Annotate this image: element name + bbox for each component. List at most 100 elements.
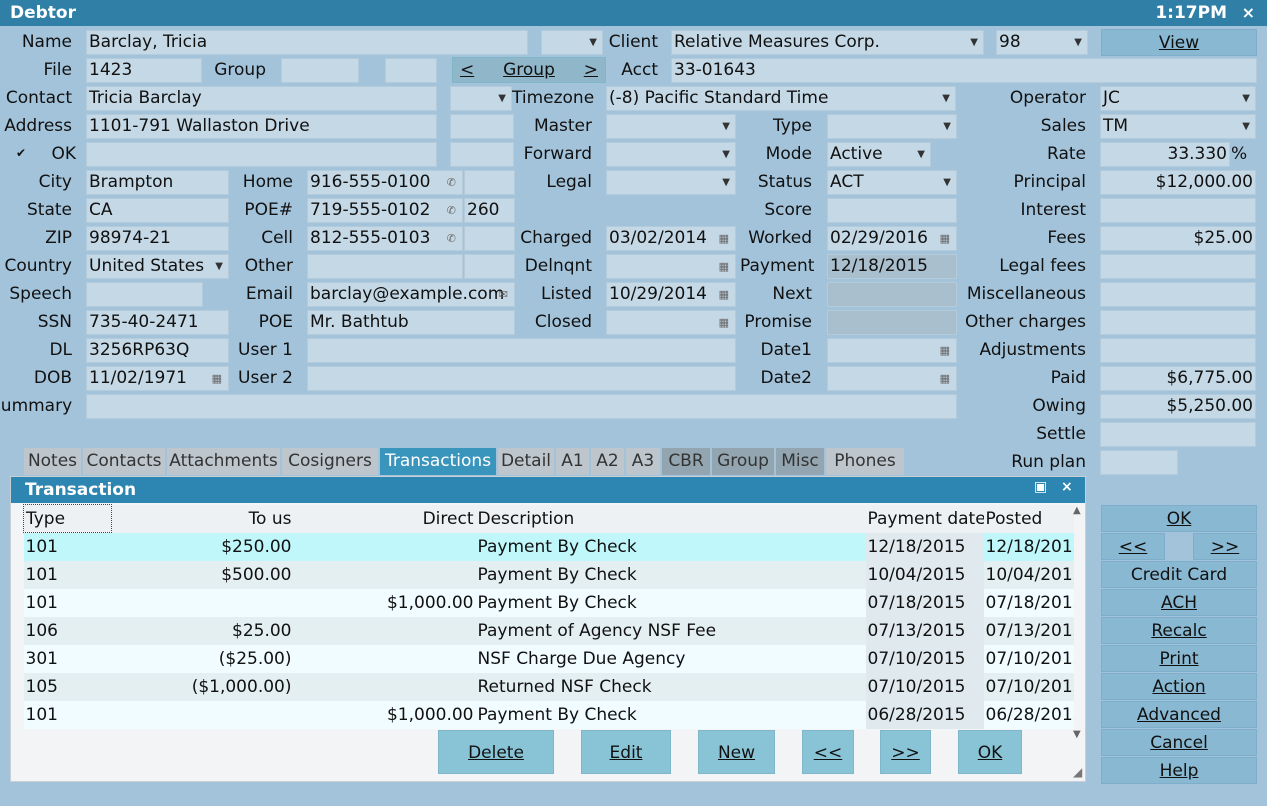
address-extra-field[interactable] — [450, 114, 514, 139]
group-prev-button[interactable]: < — [460, 58, 474, 83]
zip-field[interactable]: 98974-21 — [86, 226, 229, 251]
side-next-button[interactable]: >> — [1193, 533, 1257, 560]
user1-field[interactable] — [307, 338, 736, 363]
ok-extra-field[interactable] — [450, 142, 514, 167]
view-button[interactable]: View — [1101, 29, 1257, 56]
settle-field[interactable] — [1100, 422, 1256, 447]
group-next-button[interactable]: > — [584, 58, 598, 83]
forward-select[interactable]: ▼ — [606, 142, 736, 167]
print-button[interactable]: Print — [1101, 645, 1257, 672]
resize-grip-icon[interactable]: ◢ — [1073, 765, 1082, 779]
mode-select[interactable]: Active ▼ — [827, 142, 931, 167]
worked-date-field[interactable]: 02/29/2016 ▦ — [827, 226, 957, 251]
status-select[interactable]: ACT ▼ — [827, 170, 957, 195]
tab-phones[interactable]: Phones — [826, 448, 904, 475]
dob-date-field[interactable]: 11/02/1971 ▦ — [86, 366, 229, 391]
column-header-to-us[interactable]: To us — [111, 504, 294, 533]
other-ext-field[interactable] — [464, 254, 515, 279]
panel-ok-button[interactable]: OK — [958, 730, 1022, 774]
new-button[interactable]: New — [698, 730, 775, 774]
close-icon[interactable]: × — [1061, 479, 1073, 495]
tab-misc[interactable]: Misc — [776, 448, 824, 475]
help-button[interactable]: Help — [1101, 757, 1257, 784]
tab-cbr[interactable]: CBR — [662, 448, 710, 475]
group-field-2[interactable] — [385, 58, 437, 83]
delete-button[interactable]: Delete — [438, 730, 554, 774]
tab-transactions[interactable]: Transactions — [380, 448, 496, 475]
address-field[interactable]: 1101-791 Wallaston Drive — [86, 114, 437, 139]
cell-phone-field[interactable]: 812-555-0103 ✆ — [307, 226, 463, 251]
close-icon[interactable]: × — [1242, 3, 1255, 22]
acct-field[interactable]: 33-01643 — [671, 58, 1257, 83]
contact-dropdown[interactable]: ▼ — [450, 86, 512, 111]
name-field[interactable]: Barclay, Tricia — [86, 30, 528, 55]
city-field[interactable]: Brampton — [86, 170, 229, 195]
column-header-posted[interactable]: Posted — [983, 504, 1074, 533]
column-header-description[interactable]: Description — [475, 504, 866, 533]
phone-icon[interactable]: ✆ — [447, 227, 456, 250]
poe-phone-field[interactable]: 719-555-0102 ✆ — [307, 198, 463, 223]
table-row[interactable]: 301 ($25.00) NSF Charge Due Agency 07/10/20… — [23, 644, 1074, 673]
calendar-icon[interactable]: ▦ — [940, 367, 950, 390]
delnqnt-date-field[interactable]: ▦ — [606, 254, 736, 279]
tab-a1[interactable]: A1 — [556, 448, 589, 475]
advanced-button[interactable]: Advanced — [1101, 701, 1257, 728]
score-field[interactable] — [827, 198, 957, 223]
maximize-icon[interactable]: ▣ — [1034, 479, 1047, 495]
ach-button[interactable]: ACH — [1101, 589, 1257, 616]
tab-a3[interactable]: A3 — [626, 448, 660, 475]
other-phone-field[interactable] — [307, 254, 463, 279]
type-select[interactable]: ▼ — [827, 114, 957, 139]
recalc-button[interactable]: Recalc — [1101, 617, 1257, 644]
file-field[interactable]: 1423 — [86, 58, 202, 83]
timezone-select[interactable]: (-8) Pacific Standard Time ▼ — [606, 86, 956, 111]
contact-field[interactable]: Tricia Barclay — [86, 86, 437, 111]
adjustments-field[interactable] — [1100, 338, 1256, 363]
home-phone-field[interactable]: 916-555-0100 ✆ — [307, 170, 463, 195]
phone-icon[interactable]: ✆ — [447, 199, 456, 222]
calendar-icon[interactable]: ▦ — [940, 227, 950, 250]
tab-cosigners[interactable]: Cosigners — [282, 448, 378, 475]
sales-select[interactable]: TM ▼ — [1100, 114, 1256, 139]
fees-field[interactable]: $25.00 — [1100, 226, 1256, 251]
table-row[interactable]: 101 $1,000.00 Payment By Check 06/28/2015 06… — [23, 700, 1074, 729]
home-ext-field[interactable] — [464, 170, 515, 195]
table-row[interactable]: 106 $25.00 Payment of Agency NSF Fee 07/13/… — [23, 616, 1074, 645]
user2-field[interactable] — [307, 366, 736, 391]
column-header-type[interactable]: Type — [23, 504, 112, 533]
poe-field[interactable]: Mr. Bathtub — [307, 310, 515, 335]
summary-field[interactable] — [86, 394, 957, 419]
calendar-icon[interactable]: ▦ — [940, 339, 950, 362]
cell-ext-field[interactable] — [464, 226, 515, 251]
ssn-field[interactable]: 735-40-2471 — [86, 310, 229, 335]
date2-field[interactable]: ▦ — [827, 366, 957, 391]
mail-icon[interactable]: ✉ — [499, 283, 508, 306]
column-header-direct[interactable]: Direct — [293, 504, 476, 533]
misc-field[interactable] — [1100, 282, 1256, 307]
phone-icon[interactable]: ✆ — [447, 171, 456, 194]
tab-attachments[interactable]: Attachments — [167, 448, 280, 475]
column-header-payment-date[interactable]: Payment date — [865, 504, 984, 533]
cancel-button[interactable]: Cancel — [1101, 729, 1257, 756]
scroll-down-icon[interactable]: ▼ — [1073, 729, 1081, 740]
ok-checkbox[interactable]: ✔ — [14, 146, 28, 160]
charged-date-field[interactable]: 03/02/2014 ▦ — [606, 226, 736, 251]
ok-button[interactable]: OK — [1101, 505, 1257, 532]
email-field[interactable]: barclay@example.com ✉ — [307, 282, 515, 307]
speech-field[interactable] — [86, 282, 203, 307]
poe-ext-field[interactable]: 260 — [464, 198, 515, 223]
state-field[interactable]: CA — [86, 198, 229, 223]
dl-field[interactable]: 3256RP63Q — [86, 338, 229, 363]
table-row[interactable]: 105 ($1,000.00) Returned NSF Check 07/10/20… — [23, 672, 1074, 701]
ok-field[interactable] — [86, 142, 437, 167]
rate-field[interactable]: 33.330 — [1100, 142, 1230, 167]
scroll-up-icon[interactable]: ▲ — [1073, 505, 1081, 516]
action-button[interactable]: Action — [1101, 673, 1257, 700]
tab-a2[interactable]: A2 — [591, 448, 624, 475]
other-charges-field[interactable] — [1100, 310, 1256, 335]
legal-select[interactable]: ▼ — [606, 170, 736, 195]
client-number-select[interactable]: 98 ▼ — [996, 30, 1088, 55]
calendar-icon[interactable]: ▦ — [212, 367, 222, 390]
master-select[interactable]: ▼ — [606, 114, 736, 139]
calendar-icon[interactable]: ▦ — [719, 255, 729, 278]
